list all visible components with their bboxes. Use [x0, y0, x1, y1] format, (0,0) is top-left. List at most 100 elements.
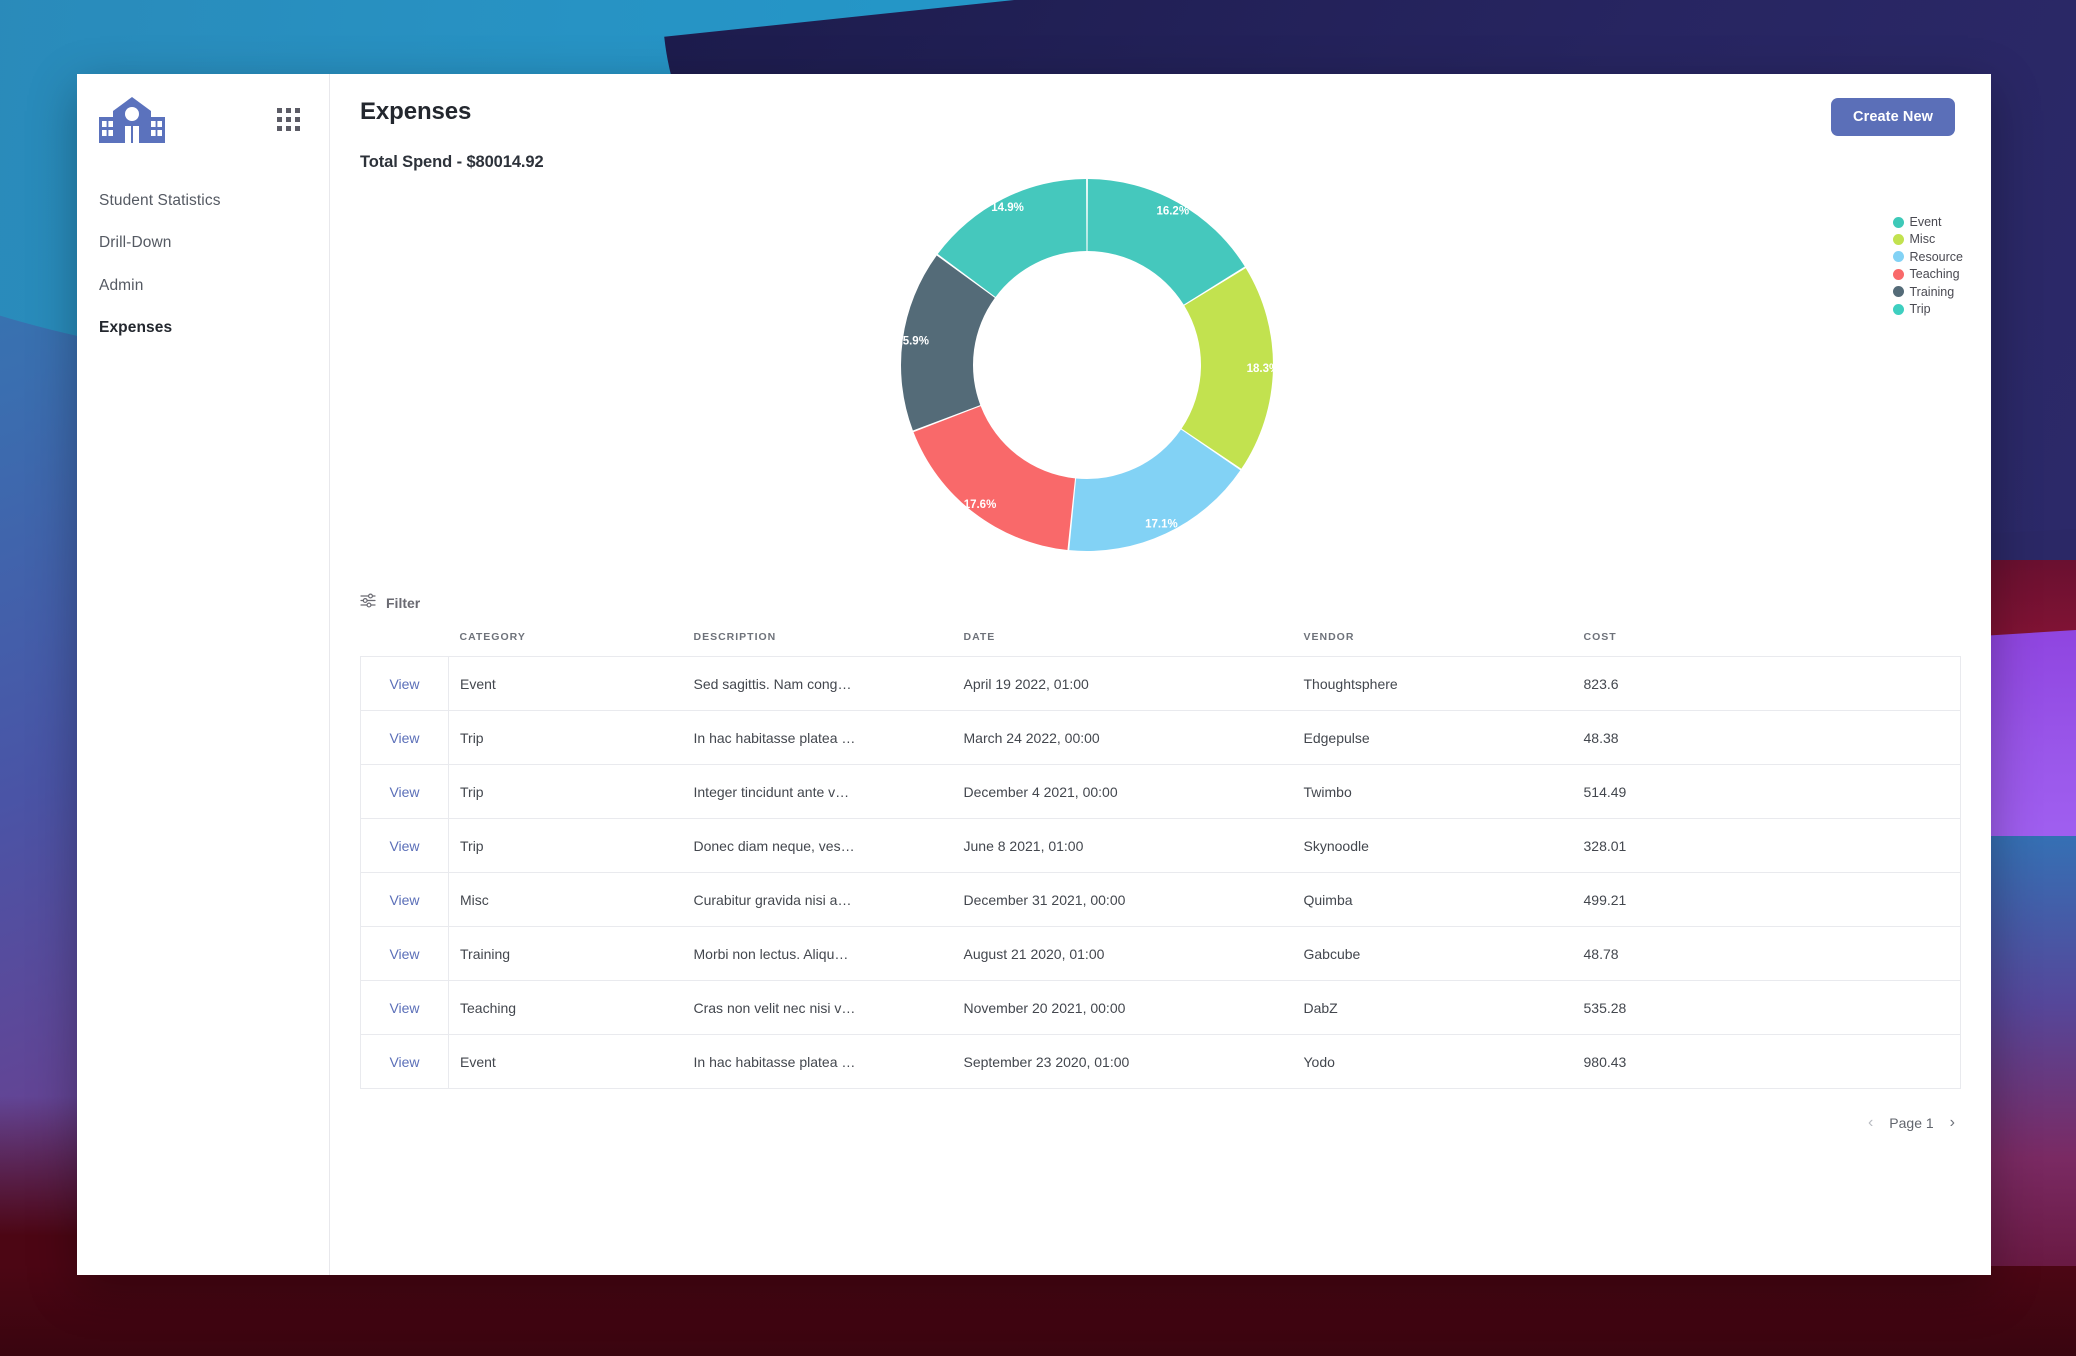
table-row[interactable]: View Trip Donec diam neque, ves… June 8 202… — [360, 818, 1961, 873]
table-header-row: CATEGORY DESCRIPTION DATE VENDOR COST — [361, 631, 1961, 657]
cell-cost: 499.21 — [1583, 872, 1961, 927]
sidebar: Student Statistics Drill-Down Admin Expe… — [77, 74, 330, 1275]
expenses-table-container: CATEGORY DESCRIPTION DATE VENDOR COST Vi… — [330, 631, 1991, 1089]
cell-date: March 24 2022, 00:00 — [963, 710, 1304, 765]
cell-description: Morbi non lectus. Aliqu… — [693, 926, 964, 981]
legend-label: Event — [1909, 215, 1942, 229]
legend-item-misc[interactable]: Misc — [1892, 232, 1964, 247]
cell-category: Trip — [448, 818, 694, 873]
cell-cost: 980.43 — [1583, 1034, 1961, 1089]
cell-cost: 535.28 — [1583, 980, 1961, 1035]
row-actions-cell: View — [360, 980, 449, 1035]
legend-label: Misc — [1909, 232, 1936, 247]
pagination: ‹ Page 1 › — [330, 1115, 1991, 1132]
table-body: View Event Sed sagittis. Nam cong… April 19… — [360, 656, 1961, 1089]
chart-legend: Event Misc Resource Teaching Training Tr… — [1892, 215, 1964, 316]
column-header-date: DATE — [963, 631, 996, 643]
view-link[interactable]: View — [389, 676, 419, 692]
legend-label: Trip — [1909, 301, 1931, 316]
legend-item-teaching[interactable]: Teaching — [1892, 267, 1964, 282]
cell-date: December 4 2021, 00:00 — [963, 764, 1304, 819]
row-actions-cell: View — [360, 1034, 449, 1089]
wallpaper-bottom-band — [0, 1266, 2076, 1356]
legend-item-resource[interactable]: Resource — [1892, 249, 1964, 264]
view-link[interactable]: View — [389, 892, 419, 908]
table-row[interactable]: View Event Sed sagittis. Nam cong… April 19… — [360, 656, 1961, 711]
page-title: Expenses — [360, 98, 472, 125]
row-actions-cell: View — [360, 710, 449, 765]
sidebar-item-drill-down[interactable]: Drill-Down — [77, 222, 329, 264]
legend-item-trip[interactable]: Trip — [1892, 301, 1964, 316]
grid-dots-icon[interactable] — [277, 108, 300, 131]
cell-category: Misc — [448, 872, 694, 927]
row-actions-cell: View — [360, 818, 449, 873]
filter-button[interactable]: Filter — [330, 592, 420, 613]
sidebar-item-expenses[interactable]: Expenses — [77, 307, 329, 349]
table-row[interactable]: View Training Morbi non lectus. Aliqu… Augu… — [360, 926, 1961, 981]
column-header-actions — [361, 631, 449, 657]
table-row[interactable]: View Misc Curabitur gravida nisi a… Decembe… — [360, 872, 1961, 927]
legend-item-event[interactable]: Event — [1892, 215, 1964, 229]
donut-slice-teaching[interactable] — [913, 406, 1075, 550]
sidebar-header — [77, 74, 329, 147]
sliders-icon — [360, 592, 377, 613]
cell-category: Trip — [448, 764, 694, 819]
main-content: Expenses Create New Total Spend - $80014… — [330, 74, 1991, 1275]
legend-color-swatch — [1892, 216, 1904, 228]
legend-color-swatch — [1892, 303, 1904, 315]
cell-date: November 20 2021, 00:00 — [963, 980, 1304, 1035]
legend-item-training[interactable]: Training — [1892, 285, 1964, 299]
cell-vendor: Skynoodle — [1303, 818, 1584, 873]
cell-vendor: Twimbo — [1303, 764, 1584, 819]
sidebar-item-student-statistics[interactable]: Student Statistics — [77, 180, 329, 222]
cell-vendor: Quimba — [1303, 872, 1584, 927]
donut-slice-label: 18.3% — [1246, 363, 1275, 375]
cell-cost: 328.01 — [1583, 818, 1961, 873]
table-row[interactable]: View Teaching Cras non velit nec nisi v… No… — [360, 980, 1961, 1035]
cell-date: April 19 2022, 01:00 — [963, 656, 1304, 711]
column-header-vendor: VENDOR — [1303, 631, 1355, 643]
view-link[interactable]: View — [389, 730, 419, 746]
cell-description: Integer tincidunt ante v… — [693, 764, 964, 819]
chevron-right-icon[interactable]: › — [1950, 1115, 1955, 1131]
cell-cost: 514.49 — [1583, 764, 1961, 819]
cell-category: Training — [448, 926, 694, 981]
total-spend-label: Total Spend - $80014.92 — [360, 153, 544, 171]
donut-slice-label: 16.2% — [1156, 205, 1189, 217]
page-label: Page 1 — [1889, 1115, 1934, 1131]
row-actions-cell: View — [360, 926, 449, 981]
create-new-button[interactable]: Create New — [1831, 98, 1955, 136]
cell-description: Curabitur gravida nisi a… — [693, 872, 964, 927]
view-link[interactable]: View — [389, 1000, 419, 1016]
cell-description: In hac habitasse platea … — [693, 710, 964, 765]
cell-vendor: Gabcube — [1303, 926, 1584, 981]
table-row[interactable]: View Trip Integer tincidunt ante v… Decembe… — [360, 764, 1961, 819]
cell-cost: 48.38 — [1583, 710, 1961, 765]
chevron-left-icon[interactable]: ‹ — [1868, 1115, 1873, 1131]
view-link[interactable]: View — [389, 946, 419, 962]
view-link[interactable]: View — [389, 838, 419, 854]
donut-slice-label: 15.9% — [898, 335, 929, 347]
view-link[interactable]: View — [389, 784, 419, 800]
sidebar-nav: Student Statistics Drill-Down Admin Expe… — [77, 180, 329, 350]
cell-vendor: Yodo — [1303, 1034, 1584, 1089]
legend-color-swatch — [1892, 234, 1904, 246]
table-row[interactable]: View Event In hac habitasse platea … Septem… — [360, 1034, 1961, 1089]
legend-label: Resource — [1909, 249, 1964, 264]
sidebar-item-admin[interactable]: Admin — [77, 265, 329, 307]
cell-cost: 823.6 — [1583, 656, 1961, 711]
legend-label: Teaching — [1909, 267, 1960, 282]
cell-cost: 48.78 — [1583, 926, 1961, 981]
view-link[interactable]: View — [389, 1054, 419, 1070]
filter-label: Filter — [386, 594, 421, 611]
cell-vendor: DabZ — [1303, 980, 1584, 1035]
school-building-icon[interactable] — [99, 97, 165, 147]
cell-category: Trip — [448, 710, 694, 765]
cell-description: Donec diam neque, ves… — [693, 818, 964, 873]
legend-color-swatch — [1892, 286, 1904, 298]
cell-category: Teaching — [448, 980, 694, 1035]
donut-chart-canvas[interactable]: 16.2% 18.3% 17.1% 17.6% 15.9% 14.9% — [898, 176, 1276, 554]
legend-color-swatch — [1892, 268, 1904, 280]
table-row[interactable]: View Trip In hac habitasse platea … March 2… — [360, 710, 1961, 765]
donut-slice-label: 14.9% — [991, 202, 1024, 214]
